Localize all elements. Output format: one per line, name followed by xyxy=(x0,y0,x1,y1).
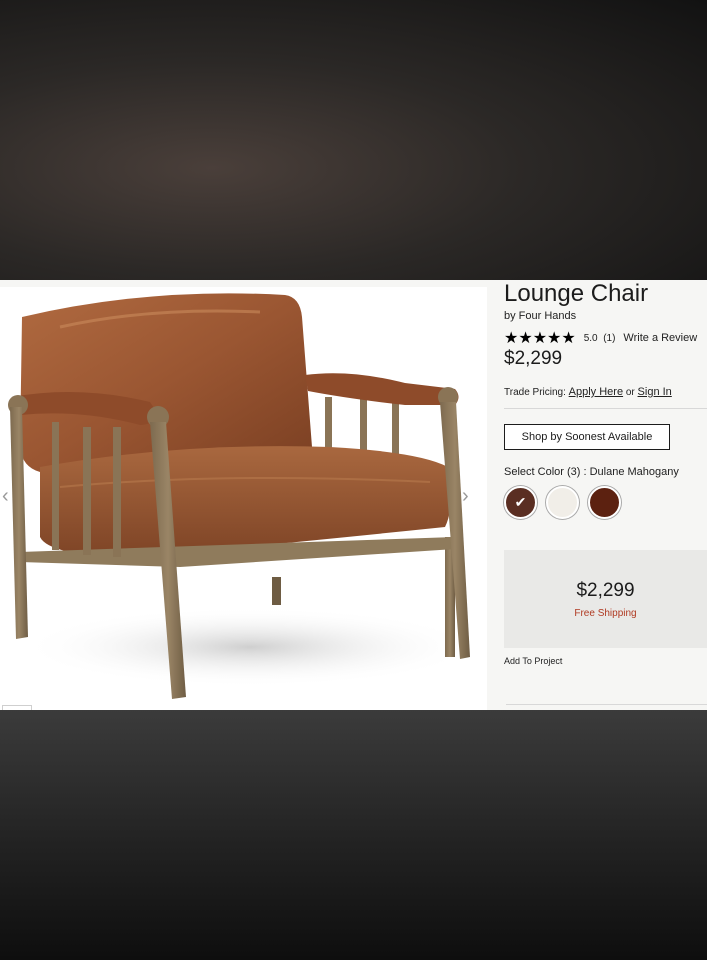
shop-soonest-button[interactable]: Shop by Soonest Available xyxy=(504,424,670,450)
price-summary-box: $2,299 Free Shipping xyxy=(504,550,707,648)
rating-value: 5.0 (1) xyxy=(583,332,616,344)
rating-row: ★★★★★ 5.0 (1) Write a Review xyxy=(504,328,697,348)
trade-pricing: Trade Pricing: Apply Here or Sign In xyxy=(504,386,672,398)
background-top-blur xyxy=(0,0,707,280)
or-text: or xyxy=(625,387,635,398)
star-rating-icon[interactable]: ★★★★★ xyxy=(504,328,576,348)
product-brand[interactable]: by Four Hands xyxy=(504,310,576,322)
color-swatches: ✔ xyxy=(504,486,630,519)
apply-here-link[interactable]: Apply Here xyxy=(569,386,623,398)
sign-in-link[interactable]: Sign In xyxy=(638,386,672,398)
summary-price: $2,299 xyxy=(576,579,635,601)
next-image-icon[interactable]: › xyxy=(462,485,469,508)
product-price: $2,299 xyxy=(504,348,563,369)
checkmark-icon: ✔ xyxy=(514,494,527,510)
swatch-white[interactable] xyxy=(546,486,579,519)
free-shipping-label: Free Shipping xyxy=(574,607,637,619)
add-to-project-link[interactable]: Add To Project xyxy=(504,656,562,666)
lounge-chair-image xyxy=(8,293,480,699)
color-select-label: Select Color (3) : Dulane Mahogany xyxy=(504,466,679,478)
swatch-dulane-mahogany[interactable]: ✔ xyxy=(504,486,537,519)
swatch-dark-mahogany[interactable] xyxy=(588,486,621,519)
thumbnail-indicator[interactable] xyxy=(2,705,32,710)
divider xyxy=(504,408,707,409)
prev-image-icon[interactable]: ‹ xyxy=(2,485,9,508)
product-page: ‹ › Lounge Chair by Four Hands ★★★★★ 5.0… xyxy=(0,280,707,710)
divider-bottom xyxy=(506,704,707,705)
trade-pricing-label: Trade Pricing: xyxy=(504,387,566,398)
background-bottom-blur xyxy=(0,710,707,960)
product-title: Lounge Chair xyxy=(504,280,649,307)
product-image-gallery[interactable]: ‹ › xyxy=(0,287,487,710)
write-review-link[interactable]: Write a Review xyxy=(623,332,697,344)
